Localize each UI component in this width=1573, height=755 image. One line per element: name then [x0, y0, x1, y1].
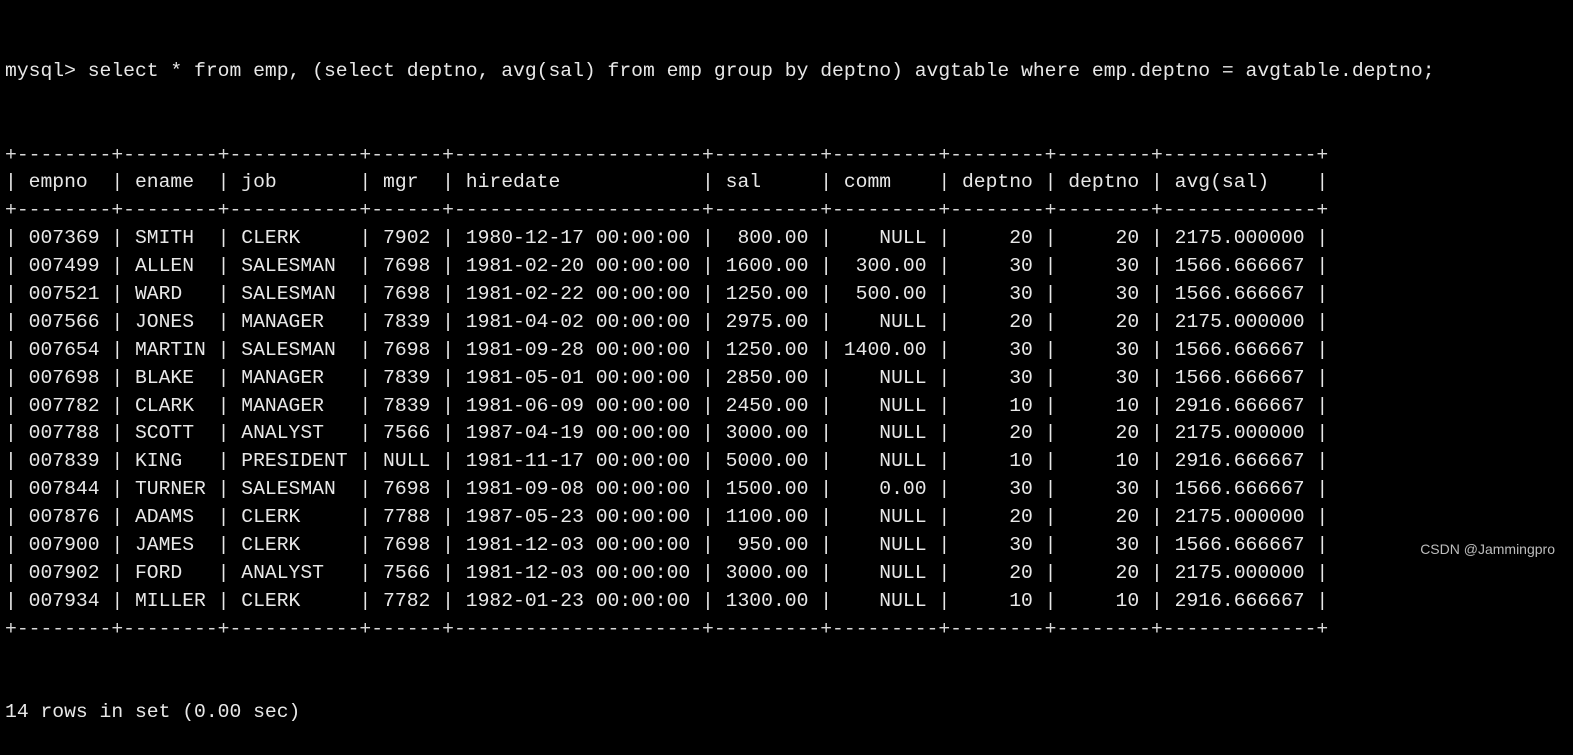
table-row: | 007499 | ALLEN | SALESMAN | 7698 | 198… [5, 255, 1329, 278]
table-row: | 007521 | WARD | SALESMAN | 7698 | 1981… [5, 282, 1329, 305]
table-row: | 007844 | TURNER | SALESMAN | 7698 | 19… [5, 478, 1329, 501]
table-row: | 007698 | BLAKE | MANAGER | 7839 | 1981… [5, 366, 1329, 389]
table-row: | 007876 | ADAMS | CLERK | 7788 | 1987-0… [5, 506, 1329, 529]
table-row: | 007788 | SCOTT | ANALYST | 7566 | 1987… [5, 422, 1329, 445]
sql-command: select * from emp, (select deptno, avg(s… [87, 59, 1435, 82]
command-line: mysql> select * from emp, (select deptno… [5, 58, 1435, 86]
watermark: CSDN @Jammingpro [1420, 541, 1555, 557]
table-row: | 007839 | KING | PRESIDENT | NULL | 198… [5, 450, 1329, 473]
table-row: | 007566 | JONES | MANAGER | 7839 | 1981… [5, 310, 1329, 333]
table-row: | 007654 | MARTIN | SALESMAN | 7698 | 19… [5, 338, 1329, 361]
table-border: +--------+--------+-----------+------+--… [5, 143, 1329, 166]
table-row: | 007782 | CLARK | MANAGER | 7839 | 1981… [5, 394, 1329, 417]
table-row: | 007902 | FORD | ANALYST | 7566 | 1981-… [5, 561, 1329, 584]
table-border: +--------+--------+-----------+------+--… [5, 199, 1329, 222]
table-header-row: | empno | ename | job | mgr | hiredate |… [5, 171, 1329, 194]
table-border: +--------+--------+-----------+------+--… [5, 617, 1329, 640]
terminal-output: mysql> select * from emp, (select deptno… [5, 2, 1435, 755]
table-row: | 007369 | SMITH | CLERK | 7902 | 1980-1… [5, 227, 1329, 250]
table-row: | 007934 | MILLER | CLERK | 7782 | 1982-… [5, 589, 1329, 612]
table-row: | 007900 | JAMES | CLERK | 7698 | 1981-1… [5, 533, 1329, 556]
mysql-prompt: mysql> [5, 59, 88, 82]
result-table: +--------+--------+-----------+------+--… [5, 142, 1435, 644]
status-line: 14 rows in set (0.00 sec) [5, 701, 301, 724]
